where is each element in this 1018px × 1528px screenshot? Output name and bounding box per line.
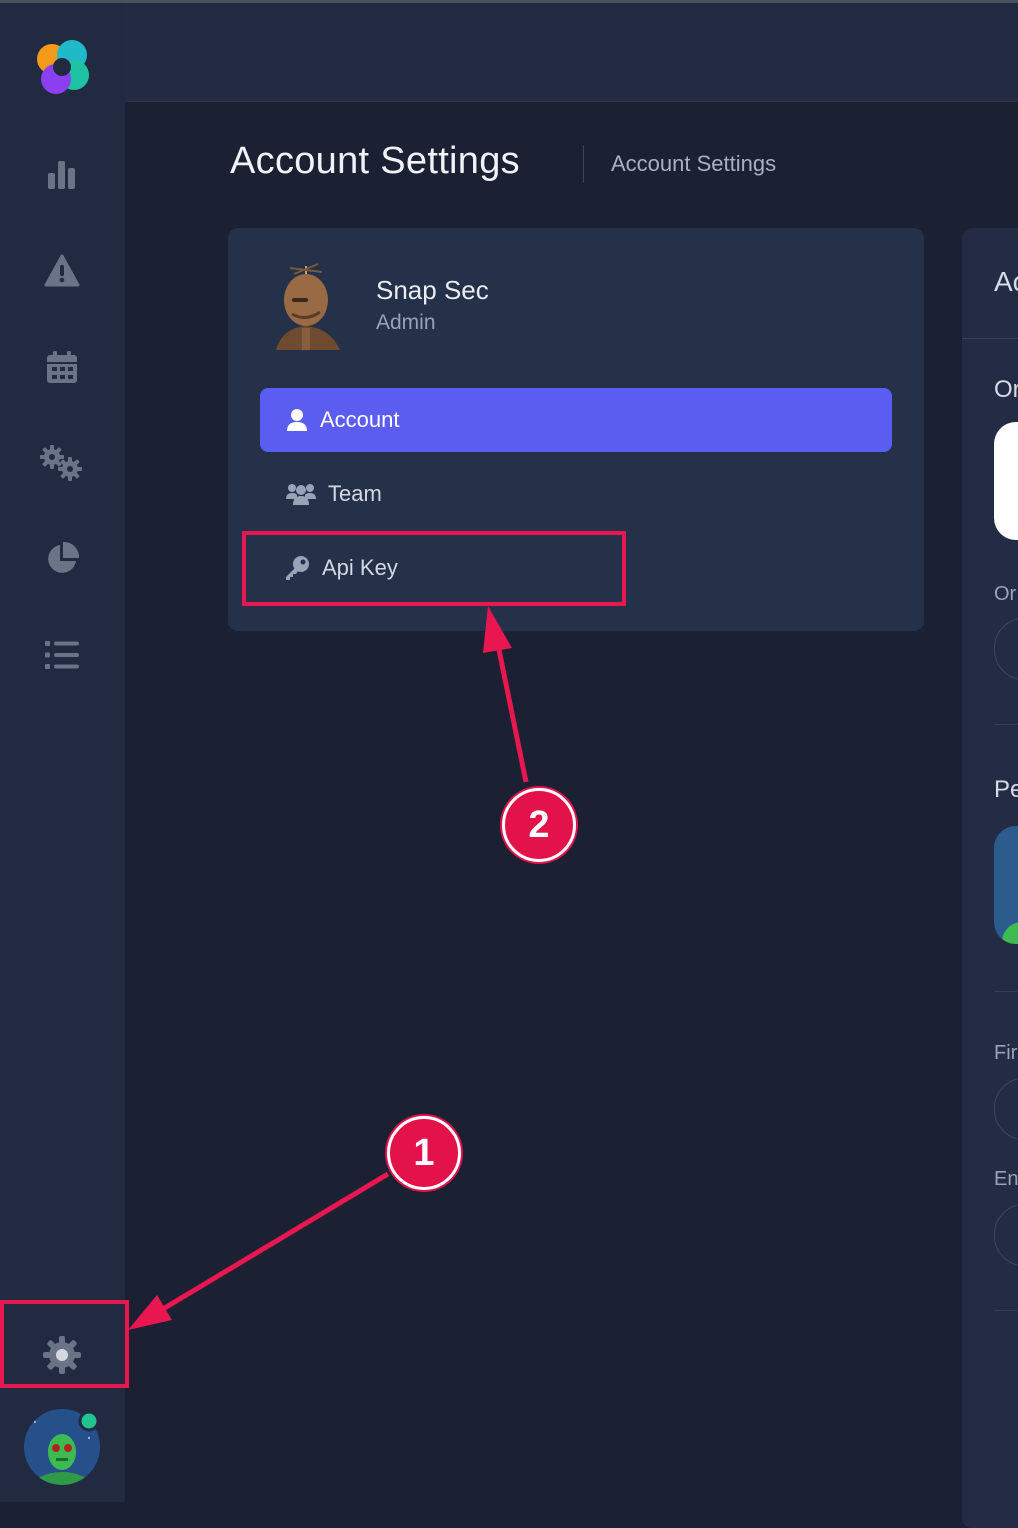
nav-settings-group[interactable] <box>40 441 84 485</box>
panel-divider <box>962 338 1018 339</box>
page-title: Account Settings <box>230 140 520 182</box>
nav-alerts[interactable] <box>40 249 84 293</box>
avatar[interactable] <box>23 1408 101 1486</box>
highlight-settings <box>0 1300 129 1388</box>
breadcrumb: Account Settings <box>611 151 777 176</box>
warning-icon <box>44 254 80 287</box>
profile-role: Admin <box>376 311 436 334</box>
annotation-arrows <box>128 606 529 1330</box>
section-organization: Or <box>994 376 1018 403</box>
nav-calendar[interactable] <box>40 345 84 389</box>
calendar-icon <box>47 351 77 383</box>
step-badge-1: 1 <box>387 1116 461 1190</box>
pie-chart-icon <box>48 541 80 573</box>
org-field-label: Or <box>994 583 1017 605</box>
nav-list[interactable] <box>40 633 84 677</box>
section-divider-3 <box>994 1310 1018 1311</box>
panel-heading: Ac <box>994 266 1018 297</box>
section-personal: Pe <box>994 776 1018 803</box>
profile-avatar <box>268 258 348 353</box>
first-name-label: Fir <box>994 1042 1018 1064</box>
sidebar <box>0 3 125 1502</box>
first-name-input[interactable] <box>994 1078 1018 1140</box>
org-logo-box <box>994 422 1018 540</box>
nav-dashboard[interactable] <box>40 153 84 197</box>
section-divider-2 <box>994 991 1018 992</box>
title-divider <box>583 145 584 183</box>
gears-icon <box>40 445 82 481</box>
menu-team[interactable]: Team <box>260 465 892 523</box>
step-badge-2: 2 <box>502 788 576 862</box>
menu-account[interactable]: Account <box>260 388 892 452</box>
nav-reports[interactable] <box>40 537 84 581</box>
account-details-panel: Ac Or Or Pe Fir En <box>962 228 1018 1528</box>
top-bar <box>125 3 1018 102</box>
app-logo[interactable] <box>30 35 94 99</box>
arrow-2-line <box>494 639 529 783</box>
menu-account-label: Account <box>320 407 400 432</box>
email-input[interactable] <box>994 1204 1018 1266</box>
section-divider <box>994 724 1018 725</box>
user-icon <box>287 409 307 431</box>
email-label: En <box>994 1168 1018 1190</box>
menu-team-label: Team <box>328 481 382 506</box>
arrow-1-head <box>128 1295 172 1330</box>
org-input[interactable] <box>994 618 1018 680</box>
arrow-1-line <box>156 1171 390 1315</box>
users-icon <box>286 484 316 505</box>
highlight-api-key <box>242 531 626 606</box>
list-icon <box>45 641 79 669</box>
bar-chart-icon <box>48 161 75 189</box>
personal-avatar-figure <box>1002 922 1018 944</box>
profile-name: Snap Sec <box>376 275 489 305</box>
personal-avatar[interactable] <box>994 826 1018 944</box>
